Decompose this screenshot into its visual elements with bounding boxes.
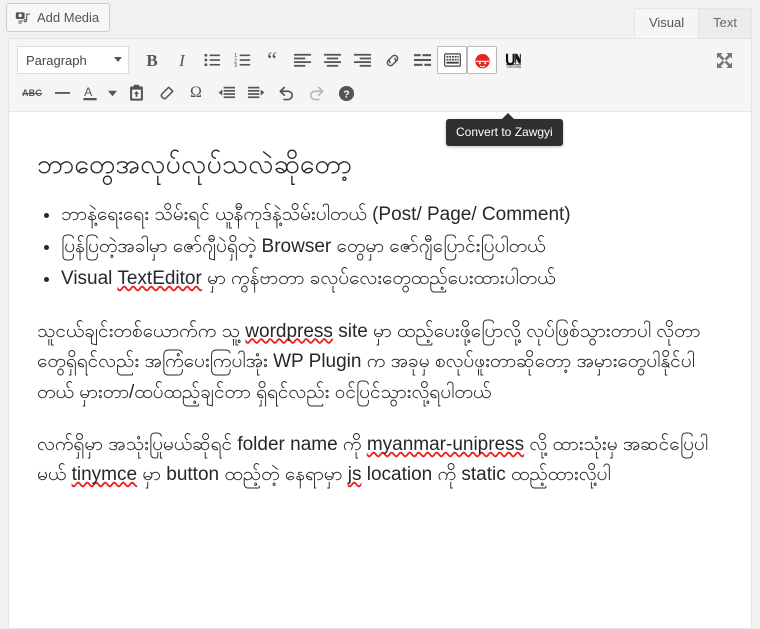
list-item: Visual TextEditor မှာ ကွန်ဗာတာ ခလုပ်လေးတ… [61,264,725,295]
italic-icon[interactable]: I [167,46,197,74]
zawgyi-button-tooltip: Convert to Zawgyi [446,113,563,146]
svg-text:3: 3 [234,63,237,68]
media-icon [15,10,31,26]
misspelled-word-wordpress: wordpress [245,320,333,342]
editor-toolbar: Paragraph B I 1 2 3 “ UNICODE ABC A Ω ? … [8,38,752,146]
tab-visual[interactable]: Visual [633,8,700,38]
editor-content-area[interactable]: ဘာတွေအလုပ်လုပ်သလဲဆိုတော့ ဘာနဲ့ရေးရေး သိမ… [8,111,752,629]
bullet3-before: Visual [61,267,118,289]
misspelled-word-tinymce: tinymce [71,464,138,486]
paragraph-format-select[interactable]: Paragraph [17,46,129,74]
para2-part1: လက်ရှိမှာ အသုံးပြုမယ်ဆိုရင် folder name … [37,433,367,455]
misspelled-word-texteditor: TextEditor [117,267,202,289]
bullet3-after: မှာ ကွန်ဗာတာ ခလုပ်လေးတွေထည့်ပေးထားပါတယ် [201,267,556,289]
italic-glyph: I [179,50,185,70]
convert-to-zawgyi-icon[interactable] [467,46,497,74]
special-character-icon[interactable]: Ω [181,79,211,107]
tab-text-label: Text [713,15,737,30]
format-select-wrapper: Paragraph [17,46,137,74]
tab-text[interactable]: Text [698,8,752,38]
tooltip-text: Convert to Zawgyi [456,125,553,139]
decrease-indent-icon[interactable] [211,79,241,107]
text-color-icon[interactable]: A [77,79,103,107]
convert-to-unicode-icon[interactable]: UNICODE [497,46,527,74]
misspelled-word-js: js [347,464,362,486]
editor-mode-tabs: Visual Text [633,8,752,38]
list-item: ပြန်ပြတဲ့အခါမှာ ဇော်ဂျီပဲရှိတဲ့ Browser … [61,232,725,263]
para2-part4: location ကို static ထည့်ထားလို့ပါ [361,464,611,486]
bulleted-list-icon[interactable] [197,46,227,74]
blockquote-icon[interactable]: “ [257,46,287,74]
horizontal-rule-icon[interactable] [47,79,77,107]
undo-icon[interactable] [271,79,301,107]
svg-text:A: A [84,85,93,99]
content-heading: ဘာတွေအလုပ်လုပ်သလဲဆိုတော့ [37,149,352,179]
increase-indent-icon[interactable] [241,79,271,107]
strikethrough-glyph: ABC [21,88,43,98]
toolbar-row-primary: Paragraph B I 1 2 3 “ UNICODE [11,43,749,77]
add-media-button[interactable]: Add Media [6,3,111,32]
read-more-icon[interactable] [407,46,437,74]
text-color-dropdown-icon[interactable] [103,79,121,107]
list-item: ဘာနဲ့ရေးရေး သိမ်းရင် ယူနီကုဒ်နဲ့သိမ်းပါတ… [61,200,725,231]
svg-text:?: ? [343,89,349,100]
paste-as-text-icon[interactable] [121,79,151,107]
toolbar-row-secondary: ABC A Ω ? [11,77,749,109]
bold-icon[interactable]: B [137,46,167,74]
toolbar-toggle-icon[interactable] [437,46,467,74]
insert-link-icon[interactable] [377,46,407,74]
unicode-badge-text: UNICODE [506,65,521,69]
wordpress-post-editor: Add Media Visual Text Paragraph B I 1 2 … [0,0,760,629]
content-bullet-list: ဘာနဲ့ရေးရေး သိမ်းရင် ယူနီကုဒ်နဲ့သိမ်းပါတ… [37,200,725,294]
para1-part1: သူငယ်ချင်းတစ်ယောက်က သူ့ [37,320,246,342]
content-paragraph-1: သူငယ်ချင်းတစ်ယောက်က သူ့ wordpress site မ… [37,317,725,408]
content-paragraph-2: လက်ရှိမှာ အသုံးပြုမယ်ဆိုရင် folder name … [37,430,725,491]
misspelled-word-myanmar-unipress: myanmar-unipress [366,433,525,455]
align-center-icon[interactable] [317,46,347,74]
tab-visual-label: Visual [648,15,685,30]
align-left-icon[interactable] [287,46,317,74]
redo-icon[interactable] [301,79,331,107]
clear-formatting-icon[interactable] [151,79,181,107]
para2-part3: မှာ button ထည့်တဲ့ နေရာမှာ [137,464,348,486]
align-right-icon[interactable] [347,46,377,74]
numbered-list-icon[interactable]: 1 2 3 [227,46,257,74]
strikethrough-icon[interactable]: ABC [17,79,47,107]
add-media-label: Add Media [37,10,100,25]
bold-glyph: B [146,50,158,70]
blockquote-glyph: “ [267,47,277,72]
distraction-free-icon[interactable] [709,46,739,74]
editor-top-bar: Add Media Visual Text [0,0,760,38]
keyboard-shortcuts-icon[interactable]: ? [331,79,361,107]
omega-glyph: Ω [190,84,202,101]
